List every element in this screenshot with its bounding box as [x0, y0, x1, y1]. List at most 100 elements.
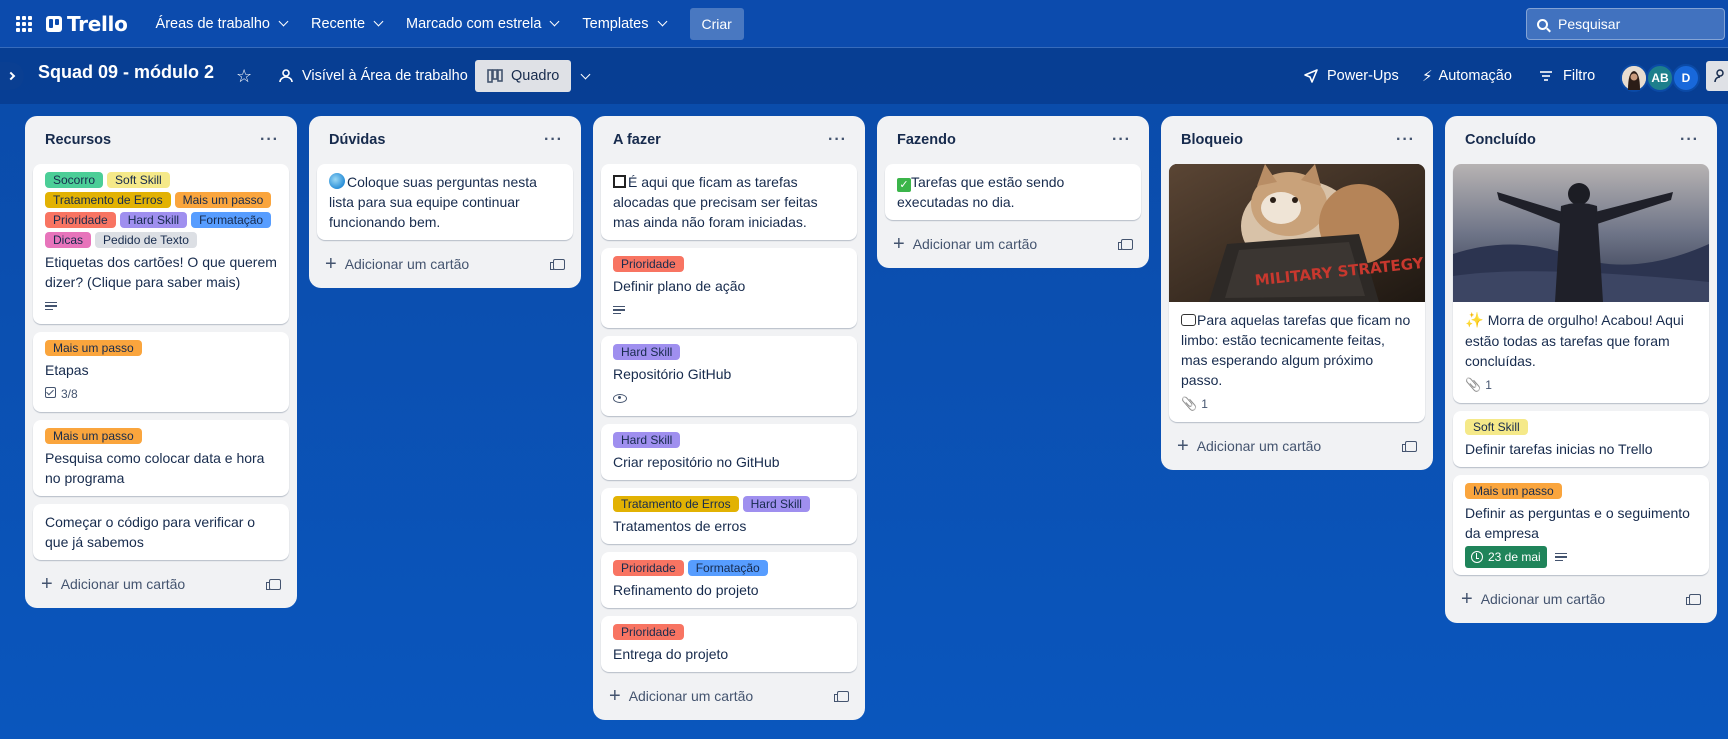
label-socorro[interactable]: Socorro	[45, 172, 104, 188]
visibility-button[interactable]: Visível à Área de trabalho	[278, 60, 468, 92]
card[interactable]: Começar o código para verificar o que já…	[33, 504, 289, 560]
filter-button[interactable]: Filtro	[1539, 60, 1595, 92]
label-pedido-de-texto[interactable]: Pedido de Texto	[95, 232, 197, 248]
menu-starred[interactable]: Marcado com estrela	[396, 8, 568, 40]
card-title-text: Definir tarefas inicias no Trello	[1465, 441, 1653, 457]
checklist-count: 3/8	[61, 387, 78, 401]
label-prioridade[interactable]: Prioridade	[45, 212, 116, 228]
label-prioridade[interactable]: Prioridade	[613, 624, 684, 640]
label-dicas[interactable]: Dicas	[45, 232, 92, 248]
card[interactable]: É aqui que ficam as tarefas alocadas que…	[601, 164, 857, 240]
label-mais-um-passo[interactable]: Mais um passo	[1465, 483, 1562, 499]
more-icon[interactable]: ···	[260, 131, 279, 149]
more-icon[interactable]: ···	[828, 131, 847, 149]
card-template-icon[interactable]	[1118, 238, 1133, 250]
search-input[interactable]: Pesquisar	[1526, 8, 1725, 40]
more-icon[interactable]: ···	[1680, 131, 1699, 149]
card-labels: Mais um passo	[45, 340, 277, 356]
list-header: Recursos ···	[33, 116, 289, 164]
label-soft-skill[interactable]: Soft Skill	[107, 172, 170, 188]
label-prioridade[interactable]: Prioridade	[613, 256, 684, 272]
card[interactable]: Hard Skill Repositório GitHub	[601, 336, 857, 416]
star-board-button[interactable]: ☆	[236, 60, 252, 92]
label-hard-skill[interactable]: Hard Skill	[119, 212, 188, 228]
card[interactable]: Mais um passo Definir as perguntas e o se…	[1453, 475, 1709, 575]
power-ups-button[interactable]: Power-Ups	[1303, 60, 1399, 92]
card[interactable]: MILITARY STRATEGY Para aquelas tarefas qu…	[1169, 164, 1425, 422]
description-icon	[613, 305, 625, 315]
more-icon[interactable]: ···	[1396, 131, 1415, 149]
card-labels: Soft Skill	[1465, 419, 1697, 435]
label-mais-um-passo[interactable]: Mais um passo	[45, 428, 142, 444]
label-hard-skill[interactable]: Hard Skill	[613, 432, 681, 448]
label-tratamento-de-erros[interactable]: Tratamento de Erros	[45, 192, 171, 208]
card[interactable]: Prioridade Formatação Refinamento do proje…	[601, 552, 857, 608]
speech-bubble-emoji-icon	[1181, 314, 1196, 326]
menu-templates[interactable]: Templates	[572, 8, 675, 40]
card[interactable]: Prioridade Definir plano de ação	[601, 248, 857, 328]
add-card-button[interactable]: + Adicionar um cartão	[1169, 430, 1425, 462]
card-template-icon[interactable]	[834, 690, 849, 702]
card-title-text: Refinamento do projeto	[613, 582, 759, 598]
card[interactable]: Coloque suas perguntas nesta lista para …	[317, 164, 573, 240]
list-title[interactable]: Recursos	[45, 132, 111, 148]
list-title[interactable]: Dúvidas	[329, 132, 385, 148]
card-template-icon[interactable]	[1402, 440, 1417, 452]
automation-button[interactable]: ⚡ Automação	[1422, 60, 1512, 92]
card[interactable]: Tratamento de Erros Hard Skill Tratamentos…	[601, 488, 857, 544]
menu-recent[interactable]: Recente	[301, 8, 392, 40]
card[interactable]: Prioridade Entrega do projeto	[601, 616, 857, 672]
search-placeholder: Pesquisar	[1558, 16, 1621, 32]
label-prioridade[interactable]: Prioridade	[613, 560, 684, 576]
card-template-icon[interactable]	[550, 258, 565, 270]
trello-logo[interactable]: Trello	[46, 12, 128, 36]
card-labels: Prioridade Formatação	[613, 560, 845, 576]
attachment-badge: 📎 1	[1465, 377, 1492, 393]
card[interactable]: ✓ Tarefas que estão sendo executadas no d…	[885, 164, 1141, 220]
list-title[interactable]: Concluído	[1465, 132, 1536, 148]
label-formatacao[interactable]: Formatação	[687, 560, 768, 576]
sidebar-expand-button[interactable]	[0, 62, 24, 90]
add-card-left: + Adicionar um cartão	[609, 686, 753, 706]
board-title[interactable]: Squad 09 - módulo 2	[38, 62, 214, 83]
label-hard-skill[interactable]: Hard Skill	[613, 344, 681, 360]
card-template-icon[interactable]	[266, 578, 281, 590]
card[interactable]: Soft Skill Definir tarefas inicias no Tre…	[1453, 411, 1709, 467]
label-formatacao[interactable]: Formatação	[191, 212, 272, 228]
avatar[interactable]: AB	[1646, 64, 1674, 92]
label-tratamento-de-erros[interactable]: Tratamento de Erros	[613, 496, 739, 512]
label-mais-um-passo[interactable]: Mais um passo	[174, 192, 272, 208]
card[interactable]: Mais um passo Etapas 3/8	[33, 332, 289, 412]
card-badges: 📎 1	[1465, 375, 1697, 395]
card[interactable]: Hard Skill Criar repositório no GitHub	[601, 424, 857, 480]
add-card-button[interactable]: + Adicionar um cartão	[33, 568, 289, 600]
add-card-button[interactable]: + Adicionar um cartão	[885, 228, 1141, 260]
list-title[interactable]: Fazendo	[897, 132, 956, 148]
avatar[interactable]: D	[1672, 64, 1700, 92]
card-template-icon[interactable]	[1686, 593, 1701, 605]
card-title: Repositório GitHub	[613, 364, 845, 384]
list-title[interactable]: A fazer	[613, 132, 661, 148]
more-icon[interactable]: ···	[1112, 131, 1131, 149]
add-card-button[interactable]: + Adicionar um cartão	[1453, 583, 1709, 615]
view-switcher-button[interactable]	[578, 60, 591, 92]
label-soft-skill[interactable]: Soft Skill	[1465, 419, 1528, 435]
view-board-button[interactable]: Quadro	[475, 60, 572, 92]
menu-workspaces[interactable]: Áreas de trabalho	[146, 8, 297, 40]
app-switcher-button[interactable]	[8, 8, 40, 40]
label-mais-um-passo[interactable]: Mais um passo	[45, 340, 142, 356]
share-button[interactable]	[1706, 61, 1728, 91]
add-card-button[interactable]: + Adicionar um cartão	[601, 680, 857, 712]
add-card-button[interactable]: + Adicionar um cartão	[317, 248, 573, 280]
card[interactable]: Mais um passo Pesquisa como colocar data …	[33, 420, 289, 496]
label-hard-skill[interactable]: Hard Skill	[742, 496, 810, 512]
card[interactable]: Socorro Soft Skill Tratamento de Erros Mais…	[33, 164, 289, 324]
more-icon[interactable]: ···	[544, 131, 563, 149]
list-title[interactable]: Bloqueio	[1181, 132, 1243, 148]
avatar[interactable]	[1620, 64, 1648, 92]
due-date-badge[interactable]: 23 de mai	[1465, 546, 1547, 568]
card[interactable]: ✨ Morra de orgulho! Acabou! Aqui estão to…	[1453, 164, 1709, 403]
add-card-label: Adicionar um cartão	[1196, 438, 1322, 454]
checklist-icon	[45, 387, 56, 398]
create-button[interactable]: Criar	[689, 7, 744, 40]
